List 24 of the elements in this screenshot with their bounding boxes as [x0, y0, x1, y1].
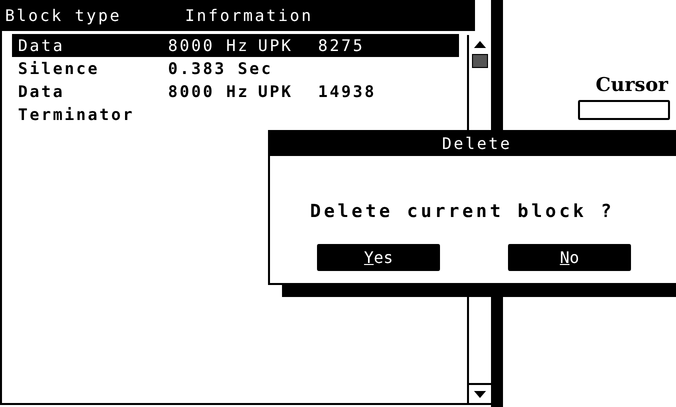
block-info: 0.383 Sec — [168, 59, 274, 78]
block-row[interactable]: Terminator — [2, 103, 467, 126]
block-info: 8275 — [318, 36, 366, 55]
dialog-title: Delete — [270, 132, 676, 156]
block-type: Silence — [18, 59, 100, 78]
cursor-field[interactable] — [578, 100, 670, 120]
dialog-message: Delete current block ? — [310, 201, 616, 222]
block-row[interactable]: Data 8000 Hz UPK 8275 — [12, 34, 459, 57]
block-info: UPK — [258, 36, 294, 55]
block-type: Terminator — [18, 105, 136, 124]
block-row[interactable]: Silence 0.383 Sec — [2, 57, 467, 80]
block-type: Data — [18, 82, 66, 101]
cursor-label: Cursor — [596, 74, 668, 96]
block-info: 8000 Hz — [168, 82, 250, 101]
block-info: 14938 — [318, 82, 378, 101]
column-header: Block type — [5, 6, 122, 25]
column-header: Information — [185, 6, 313, 25]
dialog-button[interactable]: No — [508, 244, 631, 271]
block-info: 8000 Hz — [168, 36, 250, 55]
block-info: UPK — [258, 82, 294, 101]
block-type: Data — [18, 36, 66, 55]
dialog-button[interactable]: Yes — [317, 244, 440, 271]
scroll-thumb[interactable] — [472, 54, 488, 68]
block-row[interactable]: Data 8000 Hz UPK 14938 — [2, 80, 467, 103]
